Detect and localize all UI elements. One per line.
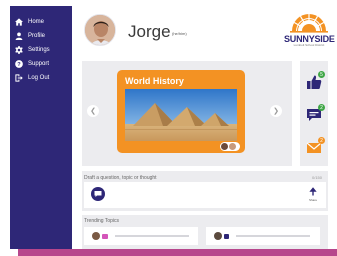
bottom-accent-bar: [18, 249, 337, 256]
chevron-left-icon: ❮: [90, 108, 96, 115]
compose-input[interactable]: [84, 182, 326, 208]
sidebar-item-label: Settings: [28, 47, 50, 53]
compose-panel: Draft a question, topic or thought 0/150…: [82, 171, 328, 211]
share-button[interactable]: 🠉 Share: [304, 184, 322, 206]
share-label: Share: [308, 198, 317, 202]
profile-icon: [14, 32, 23, 41]
sunnyside-logo: SUNNYSIDE Lumbolt School District: [284, 12, 335, 52]
trending-topics-title: Trending Topics: [84, 218, 120, 224]
avatar: [92, 232, 100, 240]
avatar[interactable]: [84, 14, 116, 46]
messages-badge: 2: [318, 104, 325, 111]
main-content: Jorge (he/him) SUNNYSIDE Lumbolt School …: [72, 6, 337, 249]
sidebar-item-logout[interactable]: Log Out: [14, 72, 49, 84]
avatar: [214, 232, 222, 240]
course-card-title: World History: [125, 76, 184, 86]
likes-button[interactable]: 5: [306, 71, 325, 90]
avatar: [221, 143, 228, 150]
messages-button[interactable]: 2: [306, 104, 325, 123]
topic-placeholder: [236, 235, 310, 237]
svg-text:?: ?: [17, 62, 21, 68]
carousel-prev-button[interactable]: ❮: [87, 105, 99, 117]
action-rail: 5 2 2: [300, 61, 328, 166]
sidebar-item-label: Home: [28, 19, 45, 25]
course-members: [220, 142, 240, 151]
compose-label: Draft a question, topic or thought: [84, 175, 157, 181]
mail-badge: 2: [318, 137, 325, 144]
compose-chat-icon: [91, 187, 105, 201]
course-card[interactable]: World History: [117, 70, 245, 153]
trending-topics: Trending Topics: [82, 215, 328, 249]
topic-item[interactable]: [84, 227, 198, 245]
sidebar-item-label: Support: [28, 61, 50, 67]
user-name: Jorge: [128, 22, 171, 41]
topic-placeholder: [115, 235, 189, 237]
course-card-image: [125, 89, 237, 141]
gear-icon: [14, 46, 23, 55]
sidebar-item-label: Profile: [28, 33, 46, 39]
tag-icon: [102, 233, 108, 239]
chevron-right-icon: ❯: [273, 108, 279, 115]
character-count: 0/150: [312, 175, 323, 180]
home-icon: [14, 18, 23, 27]
sidebar-item-settings[interactable]: Settings: [14, 44, 50, 56]
sidebar-item-home[interactable]: Home: [14, 16, 44, 28]
logout-icon: [14, 74, 23, 83]
sidebar-item-profile[interactable]: Profile: [14, 30, 45, 42]
topic-item[interactable]: [206, 227, 320, 245]
sidebar-item-label: Log Out: [28, 75, 50, 81]
likes-badge: 5: [318, 71, 325, 78]
thumbs-up-icon: [224, 233, 229, 239]
brand-subtitle: Lumbolt School District: [293, 43, 325, 47]
help-icon: ?: [14, 60, 23, 69]
arrow-up-icon: 🠉: [308, 187, 318, 198]
avatar: [229, 143, 236, 150]
user-pronouns: (he/him): [172, 31, 187, 36]
mail-button[interactable]: 2: [306, 137, 325, 156]
course-carousel: ❮ ❯ World History: [82, 61, 292, 166]
sidebar: Home Profile Settings ? Support Log Out: [10, 6, 72, 249]
sidebar-item-support[interactable]: ? Support: [14, 58, 49, 70]
carousel-next-button[interactable]: ❯: [270, 105, 282, 117]
